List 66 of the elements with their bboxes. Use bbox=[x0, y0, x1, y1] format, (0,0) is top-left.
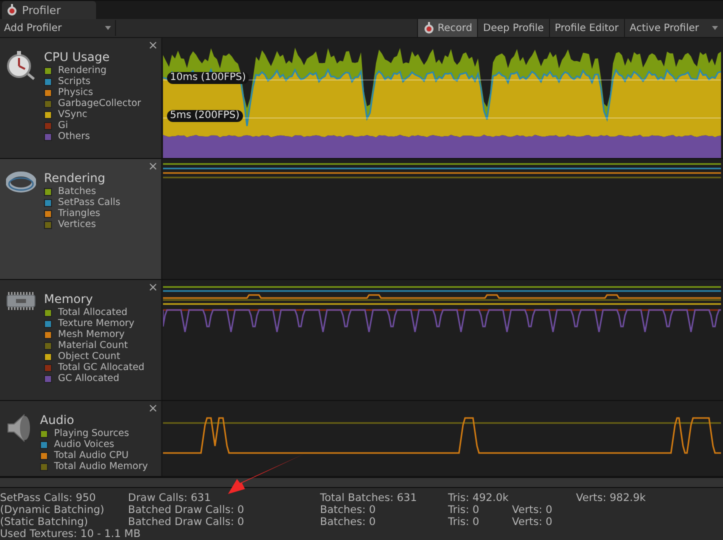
stat-text: Batches: 0 bbox=[320, 516, 377, 528]
module-title: Memory bbox=[44, 292, 94, 307]
graph-threshold-label: 5ms (200FPS) bbox=[167, 110, 243, 122]
legend-label: Others bbox=[58, 131, 90, 142]
torus-icon bbox=[6, 171, 36, 193]
module-panel[interactable]: Rendering Batches SetPass Calls Triangles Vertices × bbox=[0, 159, 163, 279]
stat-text: (Static Batching) bbox=[0, 516, 89, 528]
stat-text: Tris: 492.0k bbox=[448, 492, 510, 504]
legend-label: Mesh Memory bbox=[58, 329, 125, 340]
caret-icon bbox=[105, 26, 111, 30]
stat-text: Total Batches: 631 bbox=[320, 492, 418, 504]
module-title: Rendering bbox=[44, 171, 106, 186]
stat-text: Tris: 0 bbox=[448, 516, 480, 528]
stat-text: Draw Calls: 631 bbox=[128, 492, 212, 504]
active-profiler-dropdown[interactable]: Active Profiler bbox=[624, 19, 723, 37]
stopwatch-icon bbox=[422, 22, 435, 34]
legend-label: Physics bbox=[58, 87, 94, 98]
profiler-tab[interactable]: Profiler bbox=[2, 1, 96, 19]
add-profiler-dropdown[interactable]: Add Profiler bbox=[0, 20, 116, 36]
legend-label: GC Allocated bbox=[58, 373, 120, 384]
stat-text: Batched Draw Calls: 0 bbox=[128, 516, 246, 528]
stat-text: Tris: 0 bbox=[448, 504, 480, 516]
legend-label: Audio Voices bbox=[54, 439, 114, 450]
speaker-icon bbox=[6, 413, 32, 443]
close-button[interactable]: × bbox=[148, 401, 158, 415]
stat-text: Verts: 0 bbox=[512, 504, 554, 516]
stat-text: SetPass Calls: 950 bbox=[0, 492, 97, 504]
legend-label: Triangles bbox=[58, 208, 100, 219]
record-button[interactable]: Record bbox=[416, 19, 478, 37]
legend-label: Total Allocated bbox=[58, 307, 128, 318]
close-button[interactable]: × bbox=[148, 280, 158, 294]
caret-icon bbox=[712, 26, 718, 30]
legend-label: Rendering bbox=[58, 65, 107, 76]
stopwatch-icon bbox=[6, 50, 36, 80]
close-button[interactable]: × bbox=[148, 38, 158, 52]
stat-text: Batches: 0 bbox=[320, 504, 377, 516]
legend-label: VSync bbox=[58, 109, 88, 120]
legend-label: Total Audio CPU bbox=[54, 450, 129, 461]
close-button[interactable]: × bbox=[148, 159, 158, 173]
legend-label: Gi bbox=[58, 120, 68, 131]
legend-label: GarbageCollector bbox=[58, 98, 142, 109]
module-panel[interactable]: CPU Usage Rendering Scripts Physics GarbageCollector VSync Gi Others × bbox=[0, 38, 163, 158]
toolbar-button[interactable]: Profile Editor bbox=[548, 19, 624, 37]
stat-text: Batched Draw Calls: 0 bbox=[128, 504, 246, 516]
module-panel[interactable]: Audio Playing Sources Audio Voices Total Audio CPU Total Audio Memory × bbox=[0, 401, 163, 476]
legend-label: Object Count bbox=[58, 351, 120, 362]
stat-text: Used Textures: 10 - 1.1 MB bbox=[0, 528, 141, 540]
legend-label: SetPass Calls bbox=[58, 197, 120, 208]
stat-text: Verts: 0 bbox=[512, 516, 554, 528]
stat-text: (Dynamic Batching) bbox=[0, 504, 106, 516]
legend-label: Scripts bbox=[58, 76, 91, 87]
legend-label: Batches bbox=[58, 186, 96, 197]
stat-text: Verts: 982.9k bbox=[576, 492, 647, 504]
graph-threshold-label: 10ms (100FPS) bbox=[167, 72, 249, 84]
chip-icon bbox=[6, 292, 36, 310]
module-panel[interactable]: Memory Total Allocated Texture Memory Mesh Memory Material Count Object Count Total GC Allocated GC Allocated × bbox=[0, 280, 163, 400]
legend-label: Total Audio Memory bbox=[54, 461, 148, 472]
legend-label: Playing Sources bbox=[54, 428, 130, 439]
toolbar-button[interactable]: Deep Profile bbox=[477, 19, 549, 37]
stopwatch-icon bbox=[6, 4, 18, 16]
legend-label: Total GC Allocated bbox=[58, 362, 144, 373]
legend-label: Material Count bbox=[58, 340, 128, 351]
module-title: Audio bbox=[40, 413, 76, 428]
legend-label: Texture Memory bbox=[58, 318, 134, 329]
legend-label: Vertices bbox=[58, 219, 96, 230]
module-title: CPU Usage bbox=[44, 50, 111, 65]
